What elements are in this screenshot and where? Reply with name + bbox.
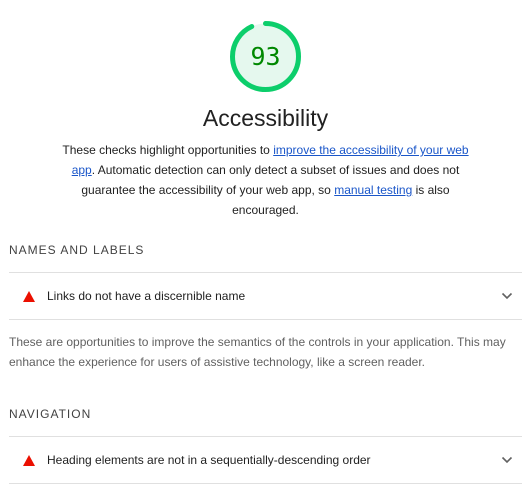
divider: [9, 319, 522, 320]
chevron-down-icon[interactable]: [492, 273, 522, 319]
audit-heading-order[interactable]: Heading elements are not in a sequential…: [9, 437, 522, 483]
category-title: Accessibility: [202, 105, 329, 131]
group-description: These are opportunities to improve the s…: [9, 335, 506, 369]
divider: [9, 483, 522, 484]
group-title-navigation: NAVIGATION: [9, 407, 92, 421]
chevron-down-icon[interactable]: [492, 437, 522, 483]
accessibility-report: 93 Accessibility These checks highlight …: [0, 0, 531, 489]
audit-label: Heading elements are not in a sequential…: [47, 453, 371, 467]
fail-triangle-icon: [9, 273, 47, 319]
category-description: These checks highlight opportunities to …: [60, 140, 471, 220]
score-value: 93: [250, 42, 281, 71]
description-text-1: These checks highlight opportunities to: [62, 143, 274, 157]
group-title-names-and-labels: NAMES AND LABELS: [9, 243, 145, 257]
score-gauge: 93: [228, 19, 303, 94]
fail-triangle-icon: [9, 437, 47, 483]
audit-label: Links do not have a discernible name: [47, 289, 246, 303]
audit-link-name[interactable]: Links do not have a discernible name: [9, 273, 522, 319]
manual-testing-link[interactable]: manual testing: [334, 183, 412, 197]
